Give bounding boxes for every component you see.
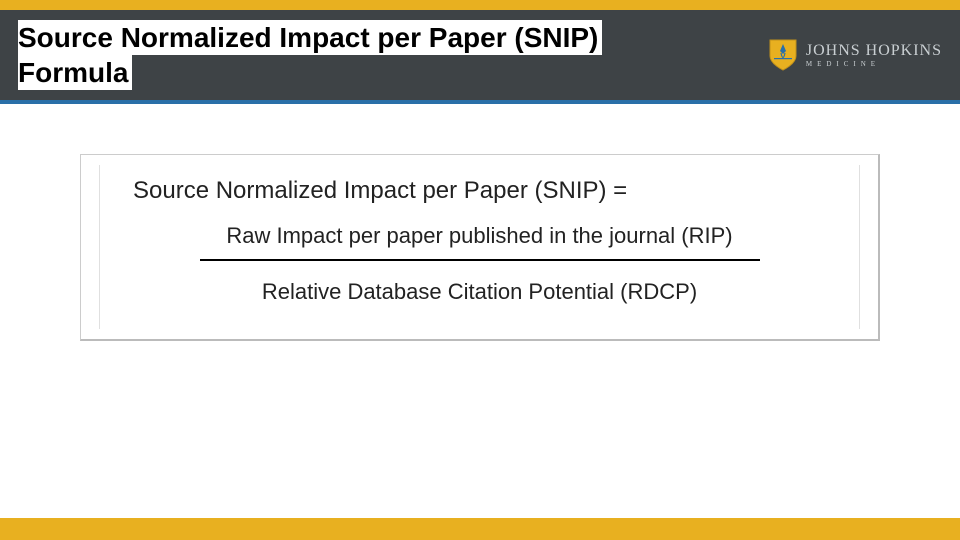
top-accent-bar xyxy=(0,0,960,10)
formula-fraction: Raw Impact per paper published in the jo… xyxy=(121,223,838,305)
title-block: Source Normalized Impact per Paper (SNIP… xyxy=(18,20,602,90)
formula-denominator: Relative Database Citation Potential (RD… xyxy=(242,261,717,305)
logo-text: JOHNS HOPKINS MEDICINE xyxy=(806,43,942,68)
slide-title-line2: Formula xyxy=(18,55,132,90)
bottom-accent-bar xyxy=(0,518,960,540)
slide-title-line1: Source Normalized Impact per Paper (SNIP… xyxy=(18,20,602,55)
shield-icon xyxy=(768,38,798,72)
slide-header: Source Normalized Impact per Paper (SNIP… xyxy=(0,10,960,104)
logo-sub: MEDICINE xyxy=(806,61,942,68)
slide-content: Source Normalized Impact per Paper (SNIP… xyxy=(0,104,960,341)
formula-numerator: Raw Impact per paper published in the jo… xyxy=(206,223,752,259)
logo-main: JOHNS HOPKINS xyxy=(806,42,942,59)
formula-lhs: Source Normalized Impact per Paper (SNIP… xyxy=(121,177,838,205)
logo: JOHNS HOPKINS MEDICINE xyxy=(768,38,942,72)
formula-box: Source Normalized Impact per Paper (SNIP… xyxy=(80,154,880,341)
